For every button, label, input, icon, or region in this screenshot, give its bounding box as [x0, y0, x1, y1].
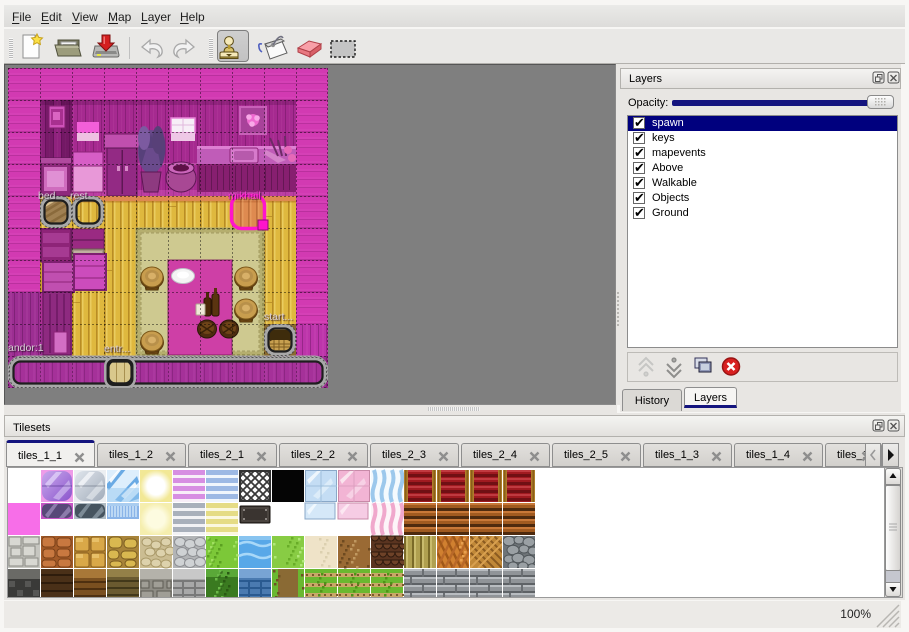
- svg-text:bed: bed: [38, 190, 56, 202]
- svg-text:mikhail: mikhail: [228, 190, 261, 202]
- svg-text:entr...: entr...: [104, 343, 130, 355]
- svg-text:start...: start...: [264, 311, 293, 323]
- svg-text:rest: rest: [70, 190, 88, 202]
- svg-text:andor:1: andor:1: [8, 342, 44, 354]
